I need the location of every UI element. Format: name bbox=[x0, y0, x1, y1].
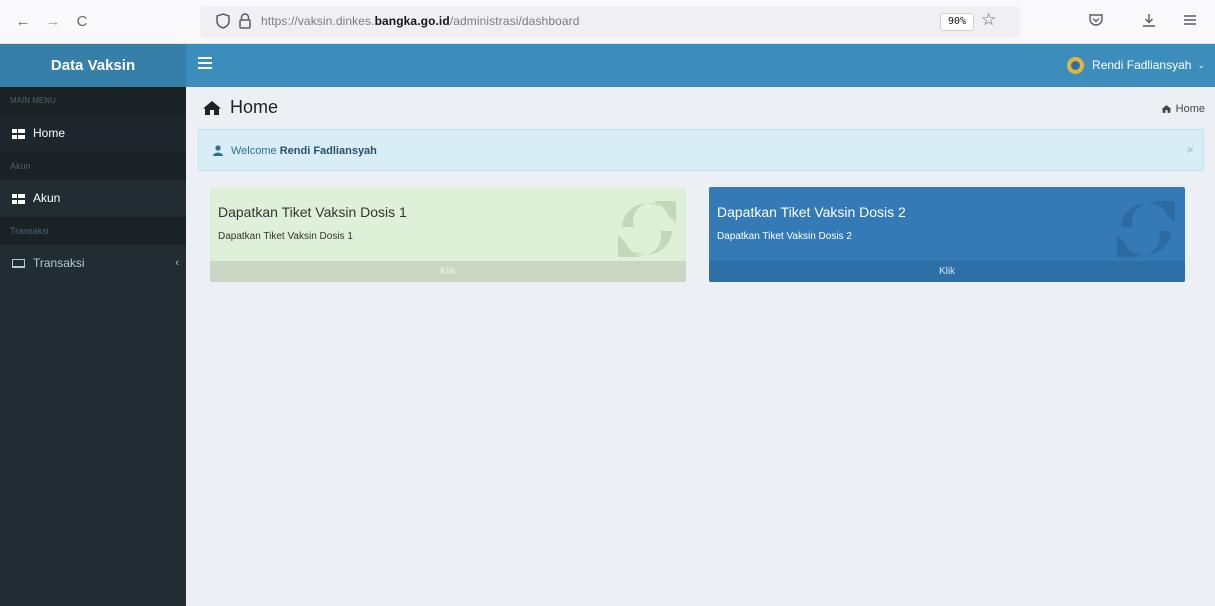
card-dosis-2: Dapatkan Tiket Vaksin Dosis 2 Dapatkan T… bbox=[709, 187, 1185, 282]
card-footer-link[interactable]: Klik bbox=[709, 261, 1185, 282]
pocket-icon[interactable] bbox=[1088, 12, 1104, 33]
sidebar-item-home[interactable]: Home bbox=[0, 115, 186, 152]
grid-icon bbox=[12, 193, 25, 204]
welcome-text: Welcome Rendi Fadliansyah bbox=[231, 145, 377, 157]
url-text[interactable]: https://vaksin.dinkes.bangka.go.id/admin… bbox=[261, 14, 580, 28]
menu-icon[interactable] bbox=[1182, 12, 1198, 33]
bookmark-star-icon[interactable]: ☆ bbox=[981, 10, 996, 30]
refresh-icon bbox=[1117, 201, 1175, 257]
sidebar-item-label: Akun bbox=[33, 191, 61, 205]
card-subtitle: Dapatkan Tiket Vaksin Dosis 2 bbox=[717, 231, 852, 242]
avatar bbox=[1067, 56, 1085, 74]
breadcrumb[interactable]: Home bbox=[1161, 103, 1205, 115]
reload-icon[interactable]: C bbox=[73, 13, 91, 31]
url-bar[interactable]: https://vaksin.dinkes.bangka.go.id/admin… bbox=[200, 6, 1020, 38]
welcome-alert: Welcome Rendi Fadliansyah × bbox=[198, 129, 1204, 171]
user-menu[interactable]: Rendi Fadliansyah ⌄ bbox=[1067, 54, 1205, 76]
refresh-icon bbox=[618, 201, 676, 257]
grid-icon bbox=[12, 128, 25, 139]
card-dosis-1: Dapatkan Tiket Vaksin Dosis 1 Dapatkan T… bbox=[210, 187, 686, 282]
chevron-left-icon: ‹ bbox=[175, 257, 179, 269]
lock-icon[interactable] bbox=[238, 13, 252, 29]
forward-icon[interactable]: → bbox=[44, 13, 62, 31]
app-logo[interactable]: Data Vaksin bbox=[0, 44, 186, 87]
sidebar-header-transaksi: Transaksi bbox=[0, 217, 186, 245]
page-title: Home bbox=[202, 97, 278, 118]
home-icon bbox=[203, 100, 221, 115]
card-subtitle: Dapatkan Tiket Vaksin Dosis 1 bbox=[218, 231, 353, 242]
card-title: Dapatkan Tiket Vaksin Dosis 1 bbox=[218, 204, 407, 220]
browser-toolbar: ← → C https://vaksin.dinkes.bangka.go.id… bbox=[0, 0, 1215, 44]
user-name: Rendi Fadliansyah bbox=[1092, 58, 1192, 72]
card-title: Dapatkan Tiket Vaksin Dosis 2 bbox=[717, 204, 906, 220]
content-area: Home Home Welcome Rendi Fadliansyah × Da… bbox=[186, 87, 1215, 606]
chevron-down-icon: ⌄ bbox=[1197, 59, 1205, 70]
sidebar-item-akun[interactable]: Akun bbox=[0, 180, 186, 217]
page-title-text: Home bbox=[230, 97, 279, 117]
sidebar-header-akun: Akun bbox=[0, 152, 186, 180]
home-icon bbox=[1161, 105, 1172, 113]
user-icon bbox=[213, 145, 223, 156]
sidebar-item-transaksi[interactable]: Transaksi ‹ bbox=[0, 245, 186, 282]
back-icon[interactable]: ← bbox=[14, 13, 32, 31]
breadcrumb-label[interactable]: Home bbox=[1176, 103, 1205, 115]
shield-icon[interactable] bbox=[216, 13, 230, 32]
sidebar: MAIN MENU Home Akun Akun Transaksi Trans… bbox=[0, 87, 186, 606]
bars-icon[interactable] bbox=[198, 57, 212, 71]
download-icon[interactable] bbox=[1141, 12, 1157, 33]
zoom-level[interactable]: 90% bbox=[940, 13, 975, 31]
sidebar-header-main: MAIN MENU bbox=[0, 87, 186, 115]
laptop-icon bbox=[12, 259, 25, 268]
top-navbar: Rendi Fadliansyah ⌄ bbox=[186, 44, 1215, 87]
sidebar-item-label: Home bbox=[33, 126, 66, 140]
sidebar-item-label: Transaksi bbox=[33, 256, 85, 270]
close-icon[interactable]: × bbox=[1186, 142, 1194, 157]
card-footer-link[interactable]: Klik bbox=[210, 261, 686, 282]
